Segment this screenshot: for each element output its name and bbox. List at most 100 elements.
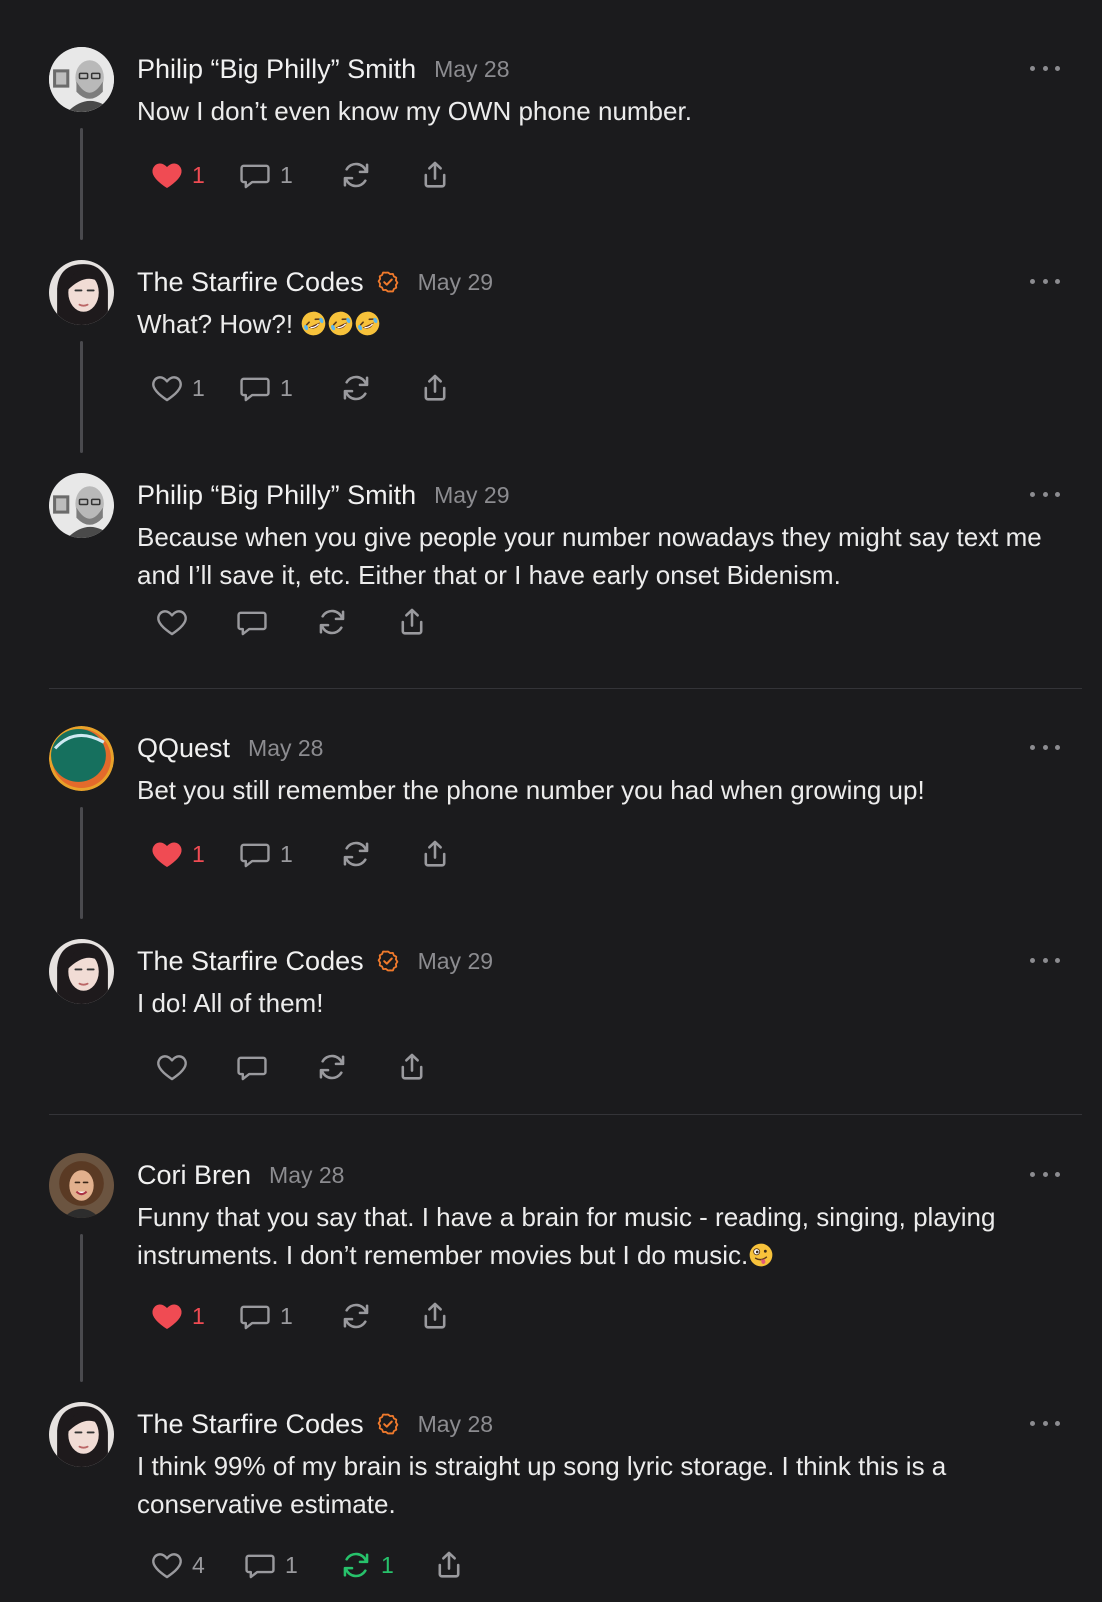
heart-filled-icon	[150, 1299, 184, 1333]
reply-button[interactable]: 1	[238, 1296, 339, 1336]
post-date[interactable]: May 29	[434, 482, 509, 509]
more-options-icon[interactable]	[1030, 1164, 1060, 1184]
repost-button[interactable]	[339, 834, 418, 874]
avatar-qquest[interactable]	[49, 726, 114, 791]
reply-count: 1	[280, 374, 293, 401]
author-name[interactable]: The Starfire Codes	[137, 946, 364, 977]
reply-button[interactable]: 1	[243, 1545, 339, 1585]
more-options-icon[interactable]	[1030, 950, 1060, 970]
post-text: Funny that you say that. I have a brain …	[137, 1198, 1072, 1278]
post-text: Because when you give people your number…	[137, 522, 1042, 590]
like-button[interactable]	[155, 1047, 235, 1087]
verified-badge-icon	[376, 1412, 400, 1436]
share-icon	[432, 1548, 466, 1582]
reply-button[interactable]: 1	[238, 155, 339, 195]
rolling-laughing-emoji-icon	[300, 309, 381, 347]
post-4[interactable]: The Starfire Codes May 29 I do! All of t…	[0, 892, 1102, 1107]
comment-icon	[238, 158, 272, 192]
like-button[interactable]: 1	[150, 834, 238, 874]
avatar-philip[interactable]	[49, 473, 114, 538]
post-date[interactable]: May 29	[418, 269, 493, 296]
share-button[interactable]	[418, 155, 452, 195]
post-text: Now I don’t even know my OWN phone numbe…	[137, 96, 692, 126]
repost-button[interactable]	[339, 368, 418, 408]
like-count: 1	[192, 374, 205, 401]
like-button[interactable]: 4	[150, 1545, 243, 1585]
author-name[interactable]: Philip “Big Philly” Smith	[137, 480, 416, 511]
like-count: 1	[192, 161, 205, 188]
author-name[interactable]: The Starfire Codes	[137, 267, 364, 298]
like-button[interactable]: 1	[150, 1296, 238, 1336]
share-button[interactable]	[395, 602, 429, 642]
repost-button[interactable]	[339, 155, 418, 195]
avatar-starfire[interactable]	[49, 1402, 114, 1467]
reply-button[interactable]: 1	[238, 834, 339, 874]
more-options-icon[interactable]	[1030, 1413, 1060, 1433]
reply-count: 1	[280, 1302, 293, 1329]
reply-count: 1	[280, 161, 293, 188]
comment-icon	[238, 837, 272, 871]
author-name[interactable]: The Starfire Codes	[137, 1409, 364, 1440]
repost-icon	[315, 605, 349, 639]
reply-button[interactable]: 1	[238, 368, 339, 408]
post-2[interactable]: Philip “Big Philly” Smith May 29 Because…	[0, 426, 1102, 686]
share-icon	[418, 371, 452, 405]
author-name[interactable]: QQuest	[137, 733, 230, 764]
post-date[interactable]: May 28	[434, 56, 509, 83]
like-button[interactable]	[155, 602, 235, 642]
reply-count: 1	[280, 840, 293, 867]
post-date[interactable]: May 28	[418, 1411, 493, 1438]
post-date[interactable]: May 28	[269, 1162, 344, 1189]
avatar-cori[interactable]	[49, 1153, 114, 1218]
repost-icon	[339, 371, 373, 405]
like-button[interactable]: 1	[150, 155, 238, 195]
like-button[interactable]: 1	[150, 368, 238, 408]
heart-icon	[150, 371, 184, 405]
heart-icon	[150, 1548, 184, 1582]
post-date[interactable]: May 28	[248, 735, 323, 762]
post-date[interactable]: May 29	[418, 948, 493, 975]
more-options-icon[interactable]	[1030, 484, 1060, 504]
post-6[interactable]: The Starfire Codes May 28 I think 99% of…	[0, 1355, 1102, 1602]
post-text: I do! All of them!	[137, 988, 324, 1018]
avatar-starfire[interactable]	[49, 939, 114, 1004]
author-name[interactable]: Philip “Big Philly” Smith	[137, 54, 416, 85]
share-icon	[395, 605, 429, 639]
like-count: 1	[192, 1302, 205, 1329]
more-options-icon[interactable]	[1030, 271, 1060, 291]
share-button[interactable]	[432, 1545, 466, 1585]
repost-button[interactable]	[315, 1047, 395, 1087]
reply-button[interactable]	[235, 602, 315, 642]
post-1[interactable]: The Starfire Codes May 29 What? How?! 1 …	[0, 213, 1102, 458]
repost-icon	[315, 1050, 349, 1084]
repost-icon	[339, 837, 373, 871]
post-5[interactable]: Cori Bren May 28 Funny that you say that…	[0, 1106, 1102, 1386]
share-button[interactable]	[418, 834, 452, 874]
more-options-icon[interactable]	[1030, 737, 1060, 757]
post-text: Bet you still remember the phone number …	[137, 775, 925, 805]
repost-button[interactable]	[315, 602, 395, 642]
verified-badge-icon	[376, 949, 400, 973]
reply-button[interactable]	[235, 1047, 315, 1087]
share-button[interactable]	[418, 1296, 452, 1336]
like-count: 1	[192, 840, 205, 867]
avatar-philip[interactable]	[49, 47, 114, 112]
more-options-icon[interactable]	[1030, 58, 1060, 78]
heart-icon	[155, 1050, 189, 1084]
repost-button[interactable]: 1	[339, 1545, 432, 1585]
post-text-content: What? How?!	[137, 309, 294, 339]
repost-active-icon	[339, 1548, 373, 1582]
repost-button[interactable]	[339, 1296, 418, 1336]
author-name[interactable]: Cori Bren	[137, 1160, 251, 1191]
heart-filled-icon	[150, 837, 184, 871]
post-text: What? How?!	[137, 305, 1072, 347]
share-button[interactable]	[395, 1047, 429, 1087]
heart-icon	[155, 605, 189, 639]
comment-icon	[235, 605, 269, 639]
like-count: 4	[192, 1551, 205, 1578]
post-0[interactable]: Philip “Big Philly” Smith May 28 Now I d…	[0, 0, 1102, 245]
post-3[interactable]: QQuest May 28 Bet you still remember the…	[0, 679, 1102, 924]
avatar-starfire[interactable]	[49, 260, 114, 325]
share-button[interactable]	[418, 368, 452, 408]
reply-count: 1	[285, 1551, 298, 1578]
